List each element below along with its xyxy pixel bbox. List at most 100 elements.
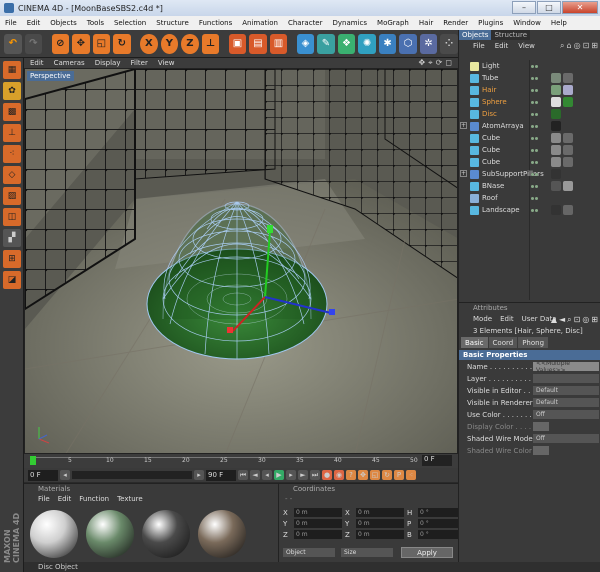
array-icon[interactable]: ✺ bbox=[358, 33, 376, 54]
visibility-flags[interactable] bbox=[531, 112, 538, 116]
subdivision-surface-icon[interactable]: ❖ bbox=[337, 33, 356, 54]
pen-spline-icon[interactable]: ✎ bbox=[317, 33, 335, 54]
object-row[interactable]: Cube bbox=[459, 156, 600, 168]
coordinate-system-icon[interactable]: ⊥ bbox=[201, 33, 220, 54]
tab-coord[interactable]: Coord bbox=[488, 337, 518, 348]
use-axis-tool-icon[interactable]: ⊥ bbox=[3, 124, 21, 142]
perspective-viewport[interactable]: Perspective bbox=[24, 68, 458, 454]
tab-basic[interactable]: Basic bbox=[461, 337, 488, 348]
use-points-tool-icon[interactable]: ⁖ bbox=[3, 145, 21, 163]
attributes-menu-edit[interactable]: Edit bbox=[500, 315, 514, 323]
render-visibility-dot[interactable] bbox=[535, 76, 538, 80]
lock-icon[interactable]: ⊡ bbox=[583, 41, 590, 51]
go-to-end-icon[interactable]: ⏭ bbox=[310, 470, 320, 480]
autokey-icon[interactable]: ◉ bbox=[334, 470, 344, 480]
expand-toggle[interactable]: + bbox=[460, 170, 467, 177]
viewport-menu-filter[interactable]: Filter bbox=[131, 59, 148, 67]
materials-menu-file[interactable]: File bbox=[38, 495, 50, 503]
search-icon[interactable]: ⌕ bbox=[567, 315, 571, 325]
tag-icon[interactable] bbox=[551, 97, 561, 107]
use-object-tool-icon[interactable]: ✿ bbox=[3, 82, 21, 100]
scale-key-icon[interactable]: ◱ bbox=[370, 470, 380, 480]
attribute-value[interactable]: <<Multiple Values>> bbox=[533, 360, 599, 374]
menu-mograph[interactable]: MoGraph bbox=[372, 19, 414, 27]
previous-frame-icon[interactable]: ◂ bbox=[262, 470, 272, 480]
menu-help[interactable]: Help bbox=[546, 19, 572, 27]
attribute-value[interactable] bbox=[533, 422, 549, 431]
menu-tools[interactable]: Tools bbox=[82, 19, 109, 27]
undo-icon[interactable]: ↶ bbox=[4, 33, 22, 54]
object-row[interactable]: + SubSupportPillars bbox=[459, 168, 600, 180]
menu-edit[interactable]: Edit bbox=[22, 19, 46, 27]
timeline-ruler[interactable]: 05101520253035404550 bbox=[30, 456, 418, 465]
move-icon[interactable]: ✥ bbox=[418, 58, 425, 68]
editor-visibility-dot[interactable] bbox=[531, 100, 534, 104]
scale-x-field[interactable]: 0 m bbox=[356, 508, 404, 517]
tweak-mode-icon[interactable]: ▞ bbox=[3, 229, 21, 247]
apply-button[interactable]: Apply bbox=[401, 547, 453, 558]
camera-icon[interactable]: ✲ bbox=[419, 33, 438, 54]
render-visibility-dot[interactable] bbox=[535, 184, 538, 188]
render-visibility-dot[interactable] bbox=[535, 88, 538, 92]
preview-range-slider[interactable] bbox=[72, 471, 192, 479]
object-menu-edit[interactable]: Edit bbox=[495, 42, 509, 50]
menu-window[interactable]: Window bbox=[508, 19, 546, 27]
editor-visibility-dot[interactable] bbox=[531, 184, 534, 188]
editor-visibility-dot[interactable] bbox=[531, 64, 534, 68]
parameter-key-icon[interactable]: P bbox=[394, 470, 404, 480]
tag-icon[interactable] bbox=[551, 133, 561, 143]
editor-visibility-dot[interactable] bbox=[531, 148, 534, 152]
visibility-flags[interactable] bbox=[531, 88, 538, 92]
render-visibility-dot[interactable] bbox=[535, 112, 538, 116]
materials-menu-texture[interactable]: Texture bbox=[117, 495, 143, 503]
material-swatch[interactable] bbox=[198, 510, 246, 558]
attribute-value[interactable]: Off bbox=[533, 410, 599, 419]
visibility-flags[interactable] bbox=[531, 184, 538, 188]
object-row[interactable]: Tube bbox=[459, 72, 600, 84]
viewport-menu-display[interactable]: Display bbox=[95, 59, 121, 67]
object-row[interactable]: Cube bbox=[459, 144, 600, 156]
menu-objects[interactable]: Objects bbox=[45, 19, 81, 27]
scroll-right-icon[interactable]: ▸ bbox=[194, 470, 204, 480]
attribute-value[interactable]: Off bbox=[533, 434, 599, 443]
object-row[interactable]: Disc bbox=[459, 108, 600, 120]
new-view-icon[interactable]: ◎ bbox=[574, 41, 581, 51]
editor-visibility-dot[interactable] bbox=[531, 172, 534, 176]
render-visibility-dot[interactable] bbox=[535, 196, 538, 200]
render-settings-icon[interactable]: ▥ bbox=[269, 33, 288, 54]
menu-selection[interactable]: Selection bbox=[109, 19, 151, 27]
render-visibility-dot[interactable] bbox=[535, 172, 538, 176]
tag-icon[interactable] bbox=[563, 145, 573, 155]
use-model-tool-icon[interactable]: ▦ bbox=[3, 61, 21, 79]
close-button[interactable]: ✕ bbox=[562, 1, 598, 14]
render-view-icon[interactable]: ▣ bbox=[228, 33, 247, 54]
expand-icon[interactable]: ⊞ bbox=[591, 41, 598, 51]
x-axis-lock-button[interactable]: X bbox=[140, 33, 158, 54]
viewport-menu-edit[interactable]: Edit bbox=[30, 59, 44, 67]
menu-dynamics[interactable]: Dynamics bbox=[328, 19, 373, 27]
tag-icon[interactable] bbox=[563, 181, 573, 191]
render-visibility-dot[interactable] bbox=[535, 148, 538, 152]
visibility-flags[interactable] bbox=[531, 136, 538, 140]
go-to-start-icon[interactable]: ⏮ bbox=[238, 470, 248, 480]
cube-primitive-icon[interactable]: ◈ bbox=[296, 33, 315, 54]
menu-hair[interactable]: Hair bbox=[414, 19, 438, 27]
use-polygons-tool-icon[interactable]: ▨ bbox=[3, 187, 21, 205]
object-menu-file[interactable]: File bbox=[473, 42, 485, 50]
rotate-icon[interactable]: ⟳ bbox=[436, 58, 443, 68]
tag-icon[interactable] bbox=[551, 169, 561, 179]
editor-visibility-dot[interactable] bbox=[531, 160, 534, 164]
object-row[interactable]: BNase bbox=[459, 180, 600, 192]
menu-character[interactable]: Character bbox=[283, 19, 328, 27]
scene-object-icon[interactable]: ⬡ bbox=[399, 33, 417, 54]
material-swatch[interactable] bbox=[30, 510, 78, 558]
object-row[interactable]: Hair bbox=[459, 84, 600, 96]
object-row[interactable]: Landscape bbox=[459, 204, 600, 216]
tag-icon[interactable] bbox=[563, 157, 573, 167]
menu-functions[interactable]: Functions bbox=[194, 19, 237, 27]
tag-icon[interactable] bbox=[551, 73, 561, 83]
visibility-flags[interactable] bbox=[531, 76, 538, 80]
redo-icon[interactable]: ↷ bbox=[24, 33, 43, 54]
coordinate-mode-dropdown[interactable]: Object bbox=[283, 548, 335, 557]
editor-visibility-dot[interactable] bbox=[531, 76, 534, 80]
